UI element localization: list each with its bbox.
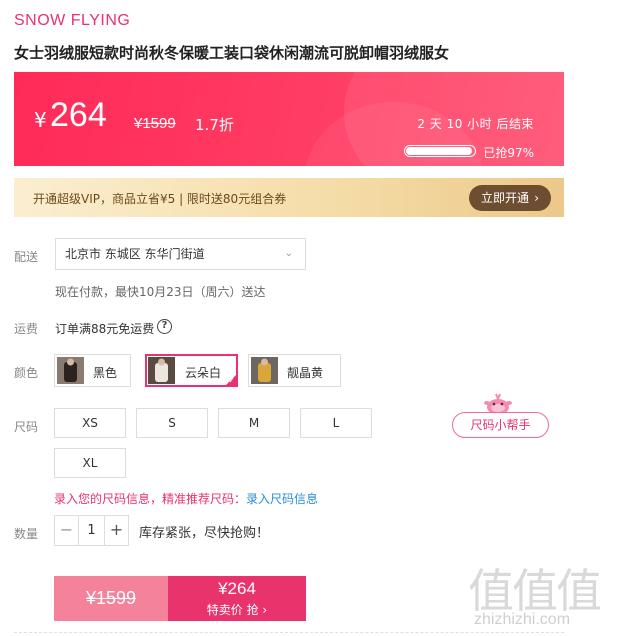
color-option-label: 黑色 (93, 366, 118, 380)
color-label: 颜色 (14, 366, 39, 380)
color-option-label: 云朵白 (185, 366, 222, 380)
size-option-m[interactable]: M (218, 408, 290, 438)
currency-symbol: ¥ (34, 108, 47, 132)
buy-now-button[interactable]: ¥264 特卖价 抢 › (168, 576, 306, 621)
color-option-label: 靓晶黄 (287, 366, 324, 380)
size-option-s[interactable]: S (136, 408, 208, 438)
color-thumbnail (148, 357, 175, 384)
vip-promo-bar: 开通超级VIP，商品立省¥5 | 限时送80元组合券 立即开通 › (14, 178, 564, 217)
size-info-prompt: 录入您的尺码信息，精准推荐尺码：录入尺码信息 (54, 490, 318, 507)
sale-price: ¥264 (218, 579, 256, 598)
color-option-black[interactable]: 黑色 (54, 354, 131, 387)
sold-percent-label: 已抢97% (483, 146, 534, 160)
shipping-text: 订单满88元免运费 (55, 322, 155, 336)
stock-warning: 库存紧张，尽快抢购！ (139, 526, 270, 541)
sold-progress-fill (406, 147, 472, 155)
size-label: 尺码 (14, 420, 39, 434)
size-option-xl[interactable]: XL (54, 448, 126, 478)
countdown-timer: 2 天 10 小时 后结束 (417, 117, 534, 131)
address-value: 北京市 东城区 东华门街道 (65, 247, 205, 261)
size-option-xs[interactable]: XS (54, 408, 126, 438)
watermark-url: zhizhizhi.com (474, 611, 571, 628)
brand-name[interactable]: SNOW FLYING (14, 12, 130, 30)
sale-label: 特卖价 抢 › (206, 603, 268, 617)
price-banner: ¥ 264 ¥1599 1.7折 2 天 10 小时 后结束 已抢97% (14, 72, 564, 166)
original-price-button[interactable]: ¥1599 (54, 576, 168, 621)
delivery-label: 配送 (14, 250, 39, 264)
shipping-label: 运费 (14, 322, 39, 336)
color-option-bright-yellow[interactable]: 靓晶黄 (248, 354, 341, 387)
color-thumbnail (251, 357, 278, 384)
color-option-cloud-white[interactable]: 云朵白 ✓ (145, 354, 238, 387)
vip-promo-text: 开通超级VIP，商品立省¥5 | 限时送80元组合券 (33, 192, 287, 206)
quantity-decrease-button[interactable]: − (55, 516, 79, 545)
quantity-label: 数量 (14, 527, 39, 541)
product-title: 女士羽绒服短款时尚秋冬保暖工装口袋休闲潮流可脱卸帽羽绒服女 (14, 44, 450, 62)
help-icon[interactable]: ? (157, 319, 172, 334)
chevron-down-icon: ⌄ (284, 248, 293, 259)
quantity-input[interactable]: 1 (79, 516, 104, 545)
size-info-text: 录入您的尺码信息，精准推荐尺码： (54, 492, 247, 506)
original-price: ¥1599 (134, 115, 176, 132)
chevron-right-icon: › (534, 191, 539, 205)
discount-label: 1.7折 (195, 116, 234, 134)
current-price: 264 (50, 96, 107, 134)
address-select[interactable]: 北京市 东城区 东华门街道 ⌄ (55, 238, 306, 270)
checkmark-icon: ✓ (228, 376, 235, 385)
color-thumbnail (57, 357, 84, 384)
sold-progress-bar (404, 145, 476, 157)
quantity-stepper: − 1 + (54, 515, 129, 546)
enter-size-info-link[interactable]: 录入尺码信息 (246, 492, 318, 506)
size-option-l[interactable]: L (300, 408, 372, 438)
vip-activate-button[interactable]: 立即开通 › (469, 185, 551, 211)
quantity-increase-button[interactable]: + (104, 516, 128, 545)
size-helper-button[interactable]: 尺码小帮手 (452, 412, 549, 438)
delivery-estimate: 现在付款，最快10月23日（周六）送达 (55, 285, 266, 299)
watermark: 值值值 zhizhizhi.com (468, 555, 617, 636)
vip-button-label: 立即开通 (481, 191, 530, 205)
